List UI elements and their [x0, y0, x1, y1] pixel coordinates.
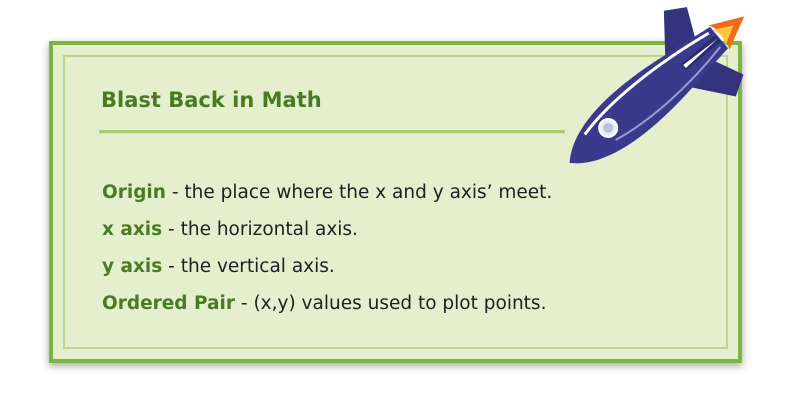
definition-text: the vertical axis.: [180, 256, 335, 277]
rocket-icon: [569, 7, 745, 164]
term-label: x axis: [102, 219, 163, 240]
definition-item-y-axis: y axis - the vertical axis.: [102, 252, 552, 289]
term-separator: -: [162, 219, 181, 240]
term-separator: -: [235, 293, 254, 314]
term-separator: -: [165, 182, 185, 203]
term-label: Origin: [102, 182, 166, 203]
definition-text: the horizontal axis.: [180, 219, 358, 240]
term-label: Ordered Pair: [102, 293, 236, 314]
definition-text: the place where the x and y axis’ meet.: [184, 182, 553, 203]
definition-item-ordered-pair: Ordered Pair - (x,y) values used to plot…: [102, 289, 552, 326]
term-separator: -: [162, 256, 181, 277]
title-underline: [99, 130, 565, 134]
definition-list: Origin - the place where the x and y axi…: [102, 178, 552, 326]
slide: Blast Back in Math Origin - the place wh…: [0, 0, 800, 400]
slide-title: Blast Back in Math: [101, 88, 322, 112]
definition-text: (x,y) values used to plot points.: [253, 293, 547, 314]
definition-item-x-axis: x axis - the horizontal axis.: [102, 215, 552, 252]
definition-item-origin: Origin - the place where the x and y axi…: [102, 178, 552, 215]
term-label: y axis: [102, 256, 163, 277]
